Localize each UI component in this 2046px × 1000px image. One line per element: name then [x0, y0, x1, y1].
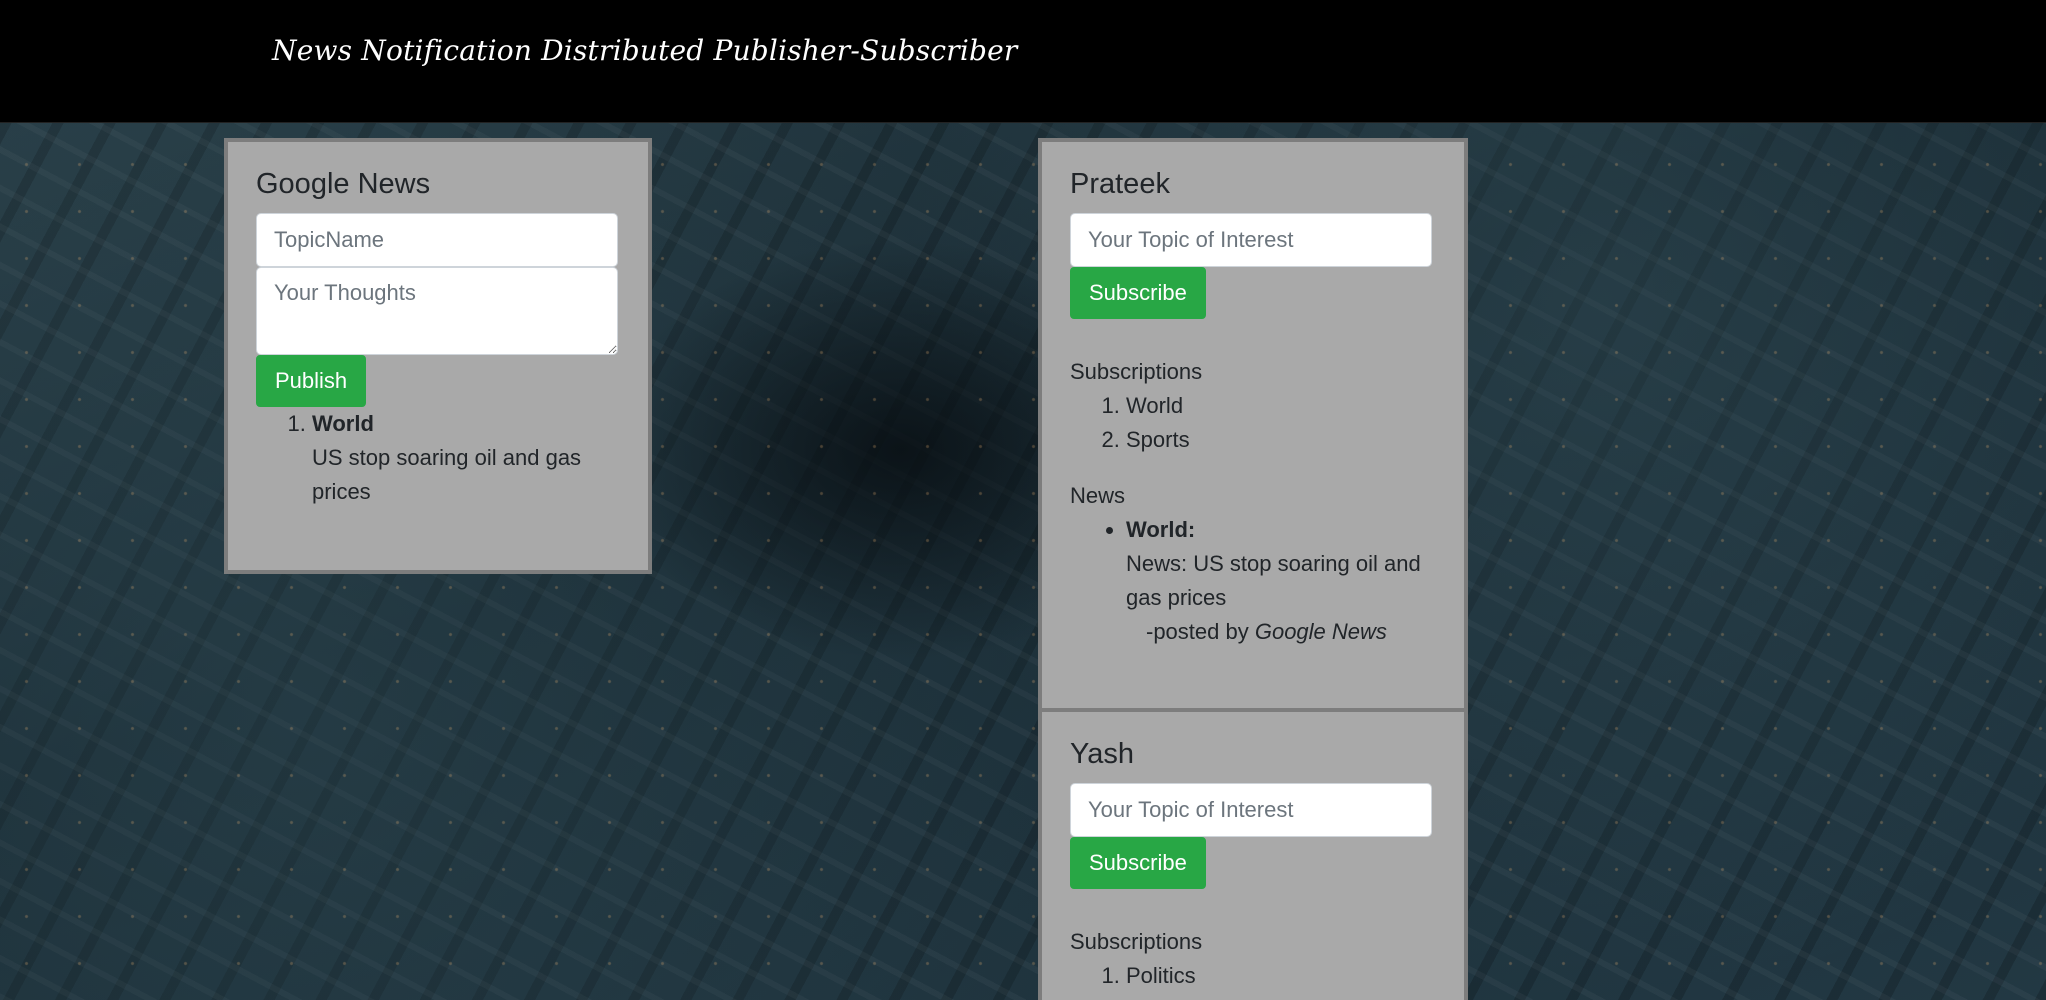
- posted-by: -posted by Google News: [1126, 619, 1387, 644]
- subscriber-card-prateek: Prateek Subscribe Subscriptions World Sp…: [1038, 138, 1468, 712]
- topic-of-interest-input[interactable]: [1070, 783, 1432, 837]
- subscriptions-list: World Sports: [1070, 389, 1436, 457]
- publish-button[interactable]: Publish: [256, 355, 367, 407]
- published-list: World US stop soaring oil and gas prices: [256, 407, 620, 509]
- subscriber-name: Yash: [1070, 738, 1134, 770]
- app-title: News Notification Distributed Publisher-…: [272, 34, 1018, 67]
- posted-by-publisher: Google News: [1254, 619, 1387, 644]
- subscription-item: Sports: [1126, 423, 1436, 457]
- top-navbar: News Notification Distributed Publisher-…: [0, 0, 2046, 123]
- posted-by-prefix: -posted by: [1146, 619, 1255, 644]
- topic-name-input[interactable]: [256, 213, 618, 267]
- publisher-name: Google News: [256, 168, 431, 200]
- news-topic: World:: [1126, 517, 1196, 542]
- subscribe-button[interactable]: Subscribe: [1070, 837, 1206, 889]
- news-list: World: News: US stop soaring oil and gas…: [1070, 513, 1436, 649]
- subscriptions-heading: Subscriptions: [1070, 929, 1203, 954]
- published-topic: World: [312, 411, 374, 436]
- subscriber-name: Prateek: [1070, 168, 1170, 200]
- subscriptions-heading: Subscriptions: [1070, 359, 1203, 384]
- subscription-item: Politics: [1126, 959, 1436, 993]
- subscriptions-list: Politics: [1070, 959, 1436, 993]
- subscription-item: World: [1126, 389, 1436, 423]
- published-text: US stop soaring oil and gas prices: [312, 445, 582, 504]
- publisher-card: Google News Publish World US stop soarin…: [224, 138, 652, 574]
- news-item: World: News: US stop soaring oil and gas…: [1126, 513, 1436, 649]
- news-text: News: US stop soaring oil and gas prices: [1126, 551, 1421, 610]
- subscribe-button[interactable]: Subscribe: [1070, 267, 1206, 319]
- subscriber-card-yash: Yash Subscribe Subscriptions Politics: [1038, 708, 1468, 1000]
- news-heading: News: [1070, 483, 1126, 508]
- thoughts-textarea[interactable]: [256, 267, 618, 355]
- published-item: World US stop soaring oil and gas prices: [312, 407, 620, 509]
- topic-of-interest-input[interactable]: [1070, 213, 1432, 267]
